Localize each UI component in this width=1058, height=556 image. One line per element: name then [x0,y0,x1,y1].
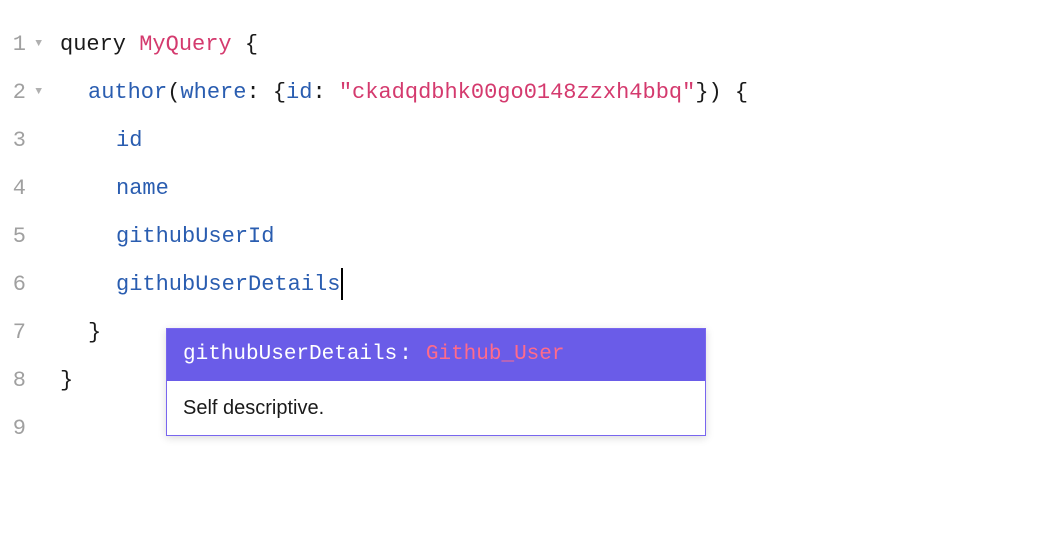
keyword-query: query [60,28,126,61]
brace-close: } [695,76,708,109]
line-number: 2 [13,76,26,109]
gutter-line: 4 [0,164,42,212]
string-literal: "ckadqdbhk00go0148zzxh4bbq" [339,76,695,109]
line-number: 3 [13,124,26,157]
autocomplete-popup: githubUserDetails: Github_User Self descr… [166,328,706,436]
gutter-line: 2 ▼ [0,68,42,116]
autocomplete-item-type: Github_User [426,339,565,371]
code-area[interactable]: query MyQuery { author(where: {id: "ckad… [60,20,1058,452]
field-id: id [116,124,142,157]
gutter-line: 5 [0,212,42,260]
code-line[interactable]: name [60,164,1058,212]
autocomplete-item-colon: : [399,339,412,371]
brace-close: } [60,364,73,397]
gutter-line: 9 [0,404,42,452]
field-githubuserdetails: githubUserDetails [116,268,340,301]
autocomplete-item-name: githubUserDetails [183,339,397,371]
line-number: 1 [13,28,26,61]
line-number: 4 [13,172,26,205]
code-line[interactable]: id [60,116,1058,164]
code-editor[interactable]: 1 ▼ 2 ▼ 3 4 5 6 7 8 [0,0,1058,472]
field-githubuserid: githubUserId [116,220,274,253]
line-number: 5 [13,220,26,253]
colon: : [312,76,325,109]
brace-open: { [260,76,286,109]
code-line[interactable]: query MyQuery { [60,20,1058,68]
gutter-line: 8 [0,356,42,404]
line-number: 7 [13,316,26,349]
text-cursor [341,268,343,300]
brace-close: } [88,316,101,349]
autocomplete-description: Self descriptive. [167,381,705,435]
field-name: name [116,172,169,205]
colon: : [246,76,259,109]
code-line[interactable]: githubUserId [60,212,1058,260]
gutter-line: 6 [0,260,42,308]
line-number: 6 [13,268,26,301]
line-number: 8 [13,364,26,397]
gutter-line: 3 [0,116,42,164]
line-number: 9 [13,412,26,445]
brace-open: { [232,28,258,61]
paren-close: ) [709,76,722,109]
query-name: MyQuery [139,28,231,61]
fold-marker-icon[interactable]: ▼ [32,84,42,101]
code-line[interactable]: author(where: {id: "ckadqdbhk00go0148zzx… [60,68,1058,116]
gutter: 1 ▼ 2 ▼ 3 4 5 6 7 8 [0,20,60,452]
arg-where: where [180,76,246,109]
autocomplete-item[interactable]: githubUserDetails: Github_User [167,329,705,381]
brace-open: { [722,76,748,109]
field-author: author [88,76,167,109]
gutter-line: 7 [0,308,42,356]
gutter-line: 1 ▼ [0,20,42,68]
fold-marker-icon[interactable]: ▼ [32,36,42,53]
code-line[interactable]: githubUserDetails [60,260,1058,308]
arg-id: id [286,76,312,109]
paren-open: ( [167,76,180,109]
